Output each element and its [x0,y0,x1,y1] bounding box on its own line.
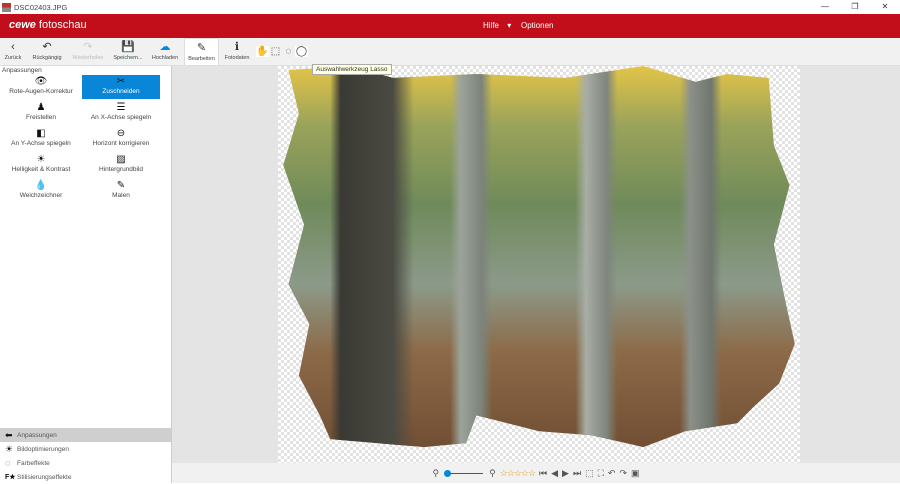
person-icon: ♟ [36,102,46,113]
arrow-left-icon: ⬅ [5,429,13,440]
photo-forest[interactable] [283,66,795,448]
sun-icon: ☀ [5,443,14,454]
upload-button[interactable]: ☁ Hochladen [150,38,180,66]
undo-button[interactable]: ↶ Rückgängig [30,38,64,66]
scissors-icon: ✂ [116,76,126,87]
redo-button[interactable]: ↷ Wiederholen [70,38,106,66]
section-optimizations[interactable]: ☀ Bildoptimierungen [0,442,171,456]
photo-info-button[interactable]: ℹ Fotodaten [222,38,252,66]
edit-icon: ✎ [196,42,207,54]
brightness-icon: ☀ [36,154,46,165]
minimize-button[interactable]: — [810,0,840,14]
menu-optionen[interactable]: Optionen [521,21,553,30]
tool-red-eye[interactable]: 👁 Rote-Augen-Korrektur [2,75,80,99]
previous-icon[interactable]: ◀ [551,468,558,479]
tool-cutout[interactable]: ♟ Freistellen [2,101,80,125]
flip-horizontal-icon: ☰ [116,102,126,113]
section-nav: ⬅ Anpassungen ☀ Bildoptimierungen ◌ Farbeff… [0,428,172,483]
tool-paint[interactable]: ✎ Malen [82,179,160,203]
adjustments-panel: Anpassungen 👁 Rote-Augen-Korrektur ✂ Zusch… [0,66,172,428]
menu-hilfe[interactable]: Hilfe ▾ [483,21,511,30]
horizon-icon: ⊖ [116,128,126,139]
ellipse-select-icon[interactable]: ◌ [282,46,295,57]
app-icon [2,2,11,12]
next-icon[interactable]: ▶ [562,468,569,479]
logo: cewe fotoschau [9,19,87,31]
section-stylize-effects[interactable]: F★ Stilisierungseffekte [0,470,171,484]
tool-flip-y[interactable]: ◧ An Y-Achse spiegeln [2,127,80,151]
compare-icon[interactable]: ▣ [631,468,640,479]
tool-flip-x[interactable]: ☰ An X-Achse spiegeln [82,101,160,125]
info-icon: ℹ [234,41,240,53]
save-icon: 💾 [121,41,135,53]
zoom-out-icon[interactable]: ⚲ [432,468,439,479]
panel-heading: Anpassungen [2,67,42,74]
rotate-right-icon[interactable]: ↷ [619,468,627,479]
palette-icon: ◌ [5,458,11,468]
rect-select-icon[interactable]: ⬚ [269,46,282,57]
selection-tools: ✋ ⬚ ◌ ◯ [256,38,316,65]
title-bar: DSC02403.JPG — ❐ ✕ [0,0,900,14]
cloud-upload-icon: ☁ [159,41,171,53]
tool-background[interactable]: ▨ Hintergrundbild [82,153,160,177]
header-bar: cewe fotoschau Hilfe ▾ Optionen [0,14,900,38]
brush-icon: ✎ [116,180,126,191]
zoom-slider[interactable] [443,469,484,477]
tool-crop[interactable]: ✂ Zuschneiden [82,75,160,99]
bookmark-icon[interactable]: ⬚ [585,468,594,479]
tooltip: Auswahlwerkzeug Lasso [312,64,392,75]
flip-vertical-icon: ◧ [36,128,46,139]
first-icon[interactable]: ⏮ [539,468,547,479]
canvas-area[interactable] [172,66,900,463]
maximize-button[interactable]: ❐ [840,0,870,14]
lasso-select-icon[interactable]: ◯ [295,46,308,57]
zoom-slider-handle[interactable] [443,469,451,477]
tool-brightness[interactable]: ☀ Helligkeit & Kontrast [2,153,80,177]
section-adjustments[interactable]: ⬅ Anpassungen [0,428,171,442]
close-button[interactable]: ✕ [870,0,900,14]
rating-stars[interactable]: ☆☆☆☆☆ [500,468,536,479]
tool-horizon[interactable]: ⊖ Horizont korrigieren [82,127,160,151]
drop-icon: 💧 [34,180,48,191]
bottom-toolbar: ⚲ ⚲ ☆☆☆☆☆ ⏮ ◀ ▶ ⏭ ⬚ ⛶ ↶ ↷ ▣ [172,463,900,483]
toolbar: ‹ Zurück ↶ Rückgängig ↷ Wiederholen 💾 Speich… [0,38,900,66]
image-icon: ▨ [116,154,126,165]
tool-blur[interactable]: 💧 Weichzeichner [2,179,80,203]
redo-icon: ↷ [83,41,93,53]
hand-tool-icon[interactable]: ✋ [256,46,269,57]
window-title: DSC02403.JPG [14,2,68,12]
fullscreen-icon[interactable]: ⛶ [598,468,604,479]
eye-icon: 👁 [34,76,48,87]
save-button[interactable]: 💾 Speichern... [111,38,145,66]
section-color-effects[interactable]: ◌ Farbeffekte [0,456,171,470]
chevron-down-icon: ▾ [507,21,512,30]
rotate-left-icon[interactable]: ↶ [608,468,616,479]
edit-button[interactable]: ✎ Bearbeiten [184,38,219,66]
back-button[interactable]: ‹ Zurück [2,38,24,66]
back-icon: ‹ [11,41,15,53]
stylize-icon: F★ [5,474,16,481]
undo-icon: ↶ [42,41,52,53]
zoom-in-icon[interactable]: ⚲ [489,468,496,479]
last-icon[interactable]: ⏭ [573,468,581,479]
